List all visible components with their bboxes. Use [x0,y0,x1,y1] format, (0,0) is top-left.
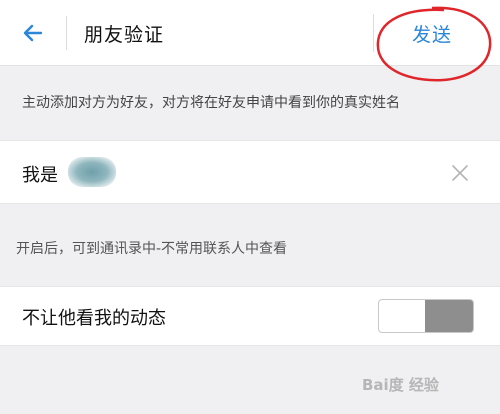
clear-button[interactable] [446,159,474,187]
verification-message-field[interactable]: 我是 [0,140,500,204]
title-divider [66,16,67,50]
page-title: 朋友验证 [84,24,165,46]
message-text: 我是 [22,165,58,186]
send-divider [373,14,374,52]
blurred-name [68,157,116,187]
hide-moments-row: 不让他看我的动态 [0,286,500,346]
hide-moments-toggle[interactable] [378,299,474,333]
contacts-hint: 开启后，可到通讯录中-不常用联系人中查看 [16,241,288,257]
send-button[interactable]: 发送 [412,20,452,47]
close-icon [452,165,468,181]
arrow-left-icon [23,24,43,42]
top-bar: 朋友验证 发送 [0,0,500,82]
toggle-knob [425,300,473,332]
watermark-logo: Bai度 经验 [362,376,439,394]
back-button[interactable] [18,18,48,48]
hide-moments-label: 不让他看我的动态 [22,308,166,329]
real-name-hint: 主动添加对方为好友，对方将在好友申请中看到你的真实姓名 [22,95,400,111]
